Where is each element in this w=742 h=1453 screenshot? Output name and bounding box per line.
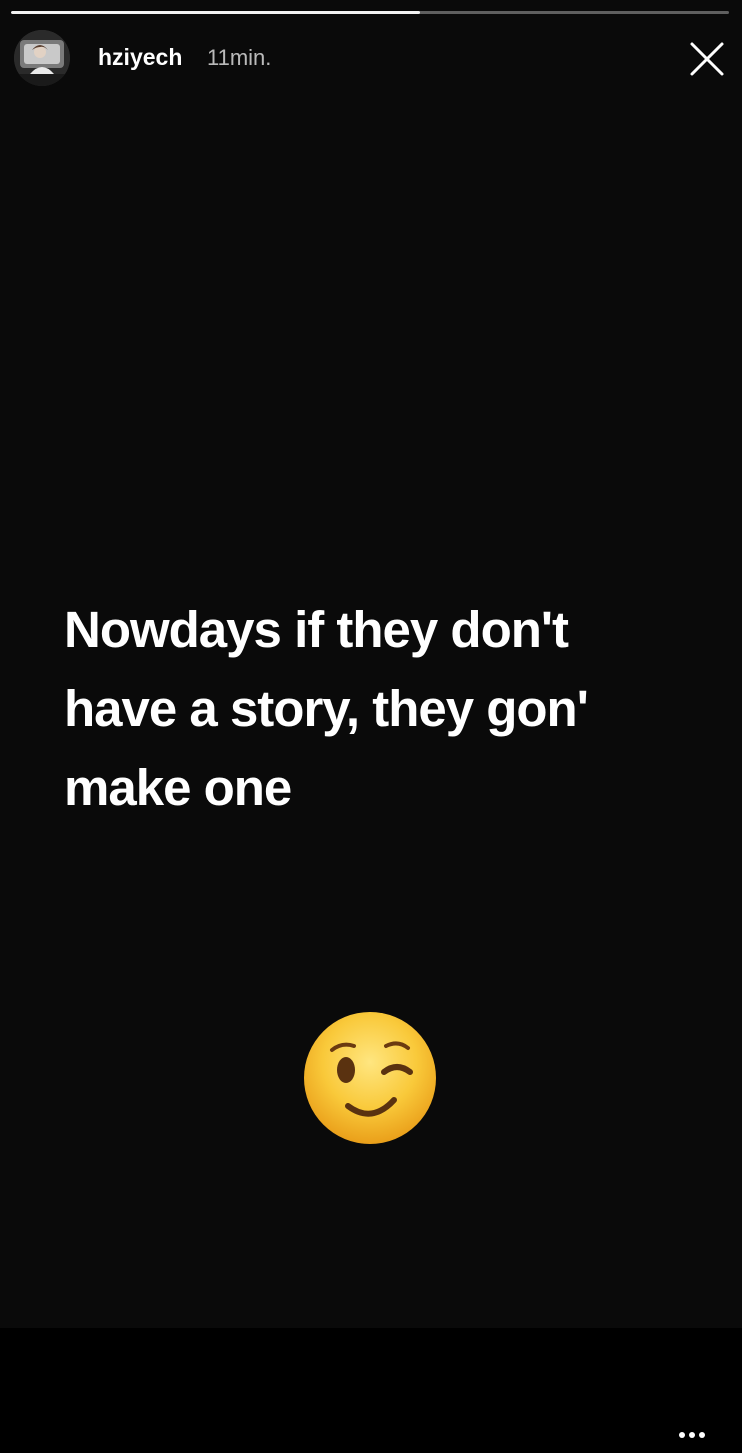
- profile-photo-icon: [14, 30, 70, 86]
- story-caption: Nowdays if they don't have a story, they…: [64, 590, 704, 827]
- timestamp: 11min.: [207, 45, 272, 70]
- more-options-button[interactable]: [672, 1422, 712, 1448]
- story-header: hziyech 11min.: [0, 28, 742, 92]
- story-progress-fill: [11, 11, 421, 14]
- winking-face-emoji-sticker: [302, 1010, 438, 1146]
- username[interactable]: hziyech: [98, 44, 182, 71]
- close-icon: [690, 42, 724, 76]
- caption-line: make one: [64, 759, 292, 816]
- avatar[interactable]: [14, 30, 70, 86]
- winking-face-icon: [304, 1012, 436, 1144]
- story-view[interactable]: hziyech 11min. Nowdays if they don't hav…: [0, 0, 742, 1328]
- story-footer: [0, 1328, 742, 1453]
- more-options-icon: [679, 1432, 705, 1438]
- caption-line: Nowdays if they don't: [64, 601, 569, 658]
- close-button[interactable]: [686, 38, 728, 80]
- caption-line: have a story, they gon': [64, 680, 589, 737]
- story-progress-bar: [11, 11, 729, 14]
